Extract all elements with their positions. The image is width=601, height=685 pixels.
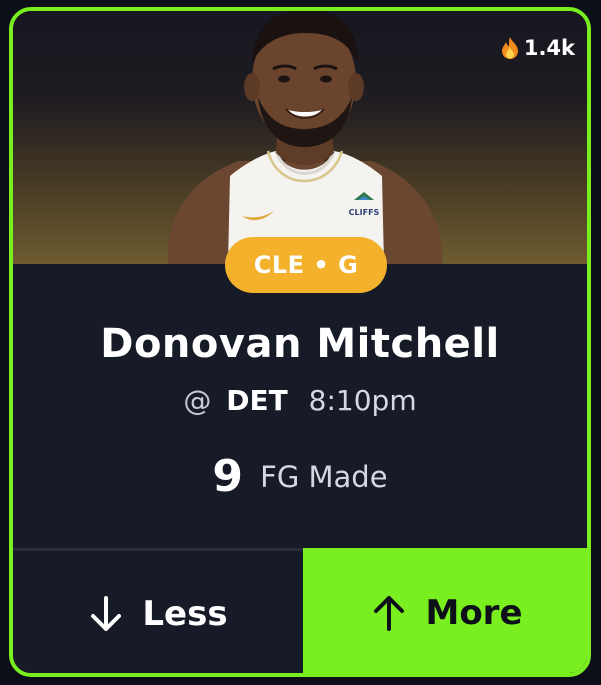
stat-label: FG Made bbox=[260, 459, 388, 494]
arrow-down-icon bbox=[91, 596, 122, 631]
away-indicator: @ bbox=[183, 384, 212, 417]
more-button[interactable]: More bbox=[303, 548, 587, 673]
stat-projection: 9 FG Made bbox=[13, 451, 587, 502]
stat-value: 9 bbox=[212, 451, 244, 502]
player-name: Donovan Mitchell bbox=[100, 321, 500, 367]
less-button[interactable]: Less bbox=[13, 551, 303, 673]
popularity-count: 1.4k bbox=[500, 36, 575, 60]
player-prop-card[interactable]: CLIFFS 1.4k CLE • G Donovan Mitchell @ D… bbox=[9, 7, 591, 677]
player-photo: CLIFFS bbox=[167, 11, 443, 264]
game-matchup: @ DET 8:10pm bbox=[13, 384, 587, 417]
team-position-badge: CLE • G bbox=[225, 237, 387, 293]
more-label: More bbox=[425, 592, 523, 633]
less-label: Less bbox=[142, 594, 228, 634]
jersey-sponsor-text: CLIFFS bbox=[349, 208, 380, 217]
player-hero: CLIFFS 1.4k bbox=[13, 11, 587, 264]
arrow-up-icon bbox=[374, 595, 405, 631]
popularity-value: 1.4k bbox=[523, 36, 575, 60]
game-time: 8:10pm bbox=[308, 384, 417, 417]
opponent-team: DET bbox=[226, 384, 288, 417]
fire-icon bbox=[501, 37, 518, 59]
